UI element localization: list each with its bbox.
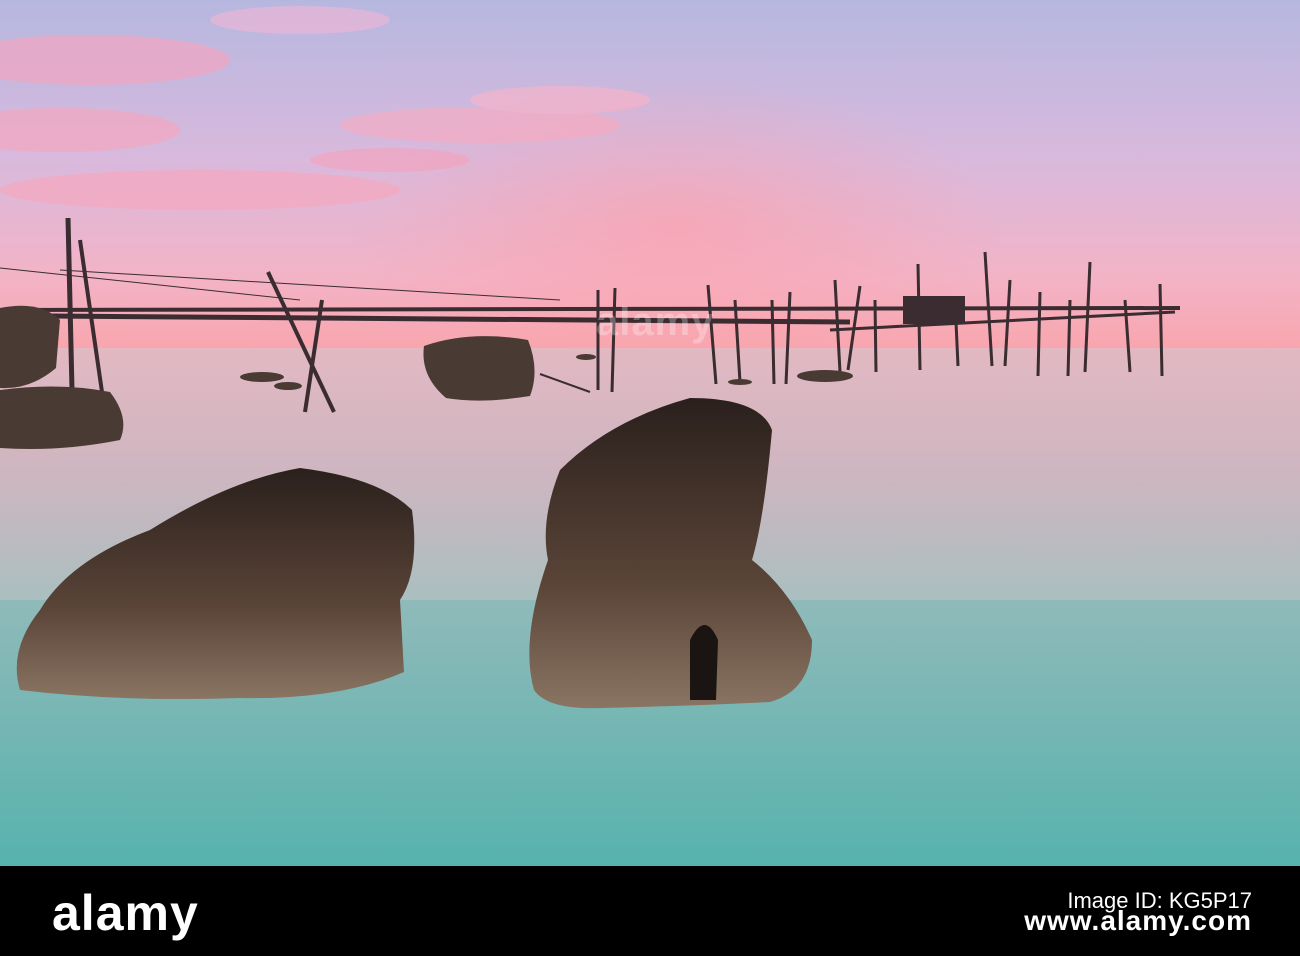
image-id: Image ID: KG5P17 www.alamy.com [1024,890,1252,936]
fishing-hut [903,296,965,324]
image-id-line2: www.alamy.com [1024,905,1252,936]
photo-scene [0,0,1300,866]
stock-banner: alamy Image ID: KG5P17 www.alamy.com [0,866,1300,956]
landscape-photo: alamy [0,0,1300,866]
brand-logo: alamy [52,885,199,941]
watermark-text: alamy [596,300,715,344]
